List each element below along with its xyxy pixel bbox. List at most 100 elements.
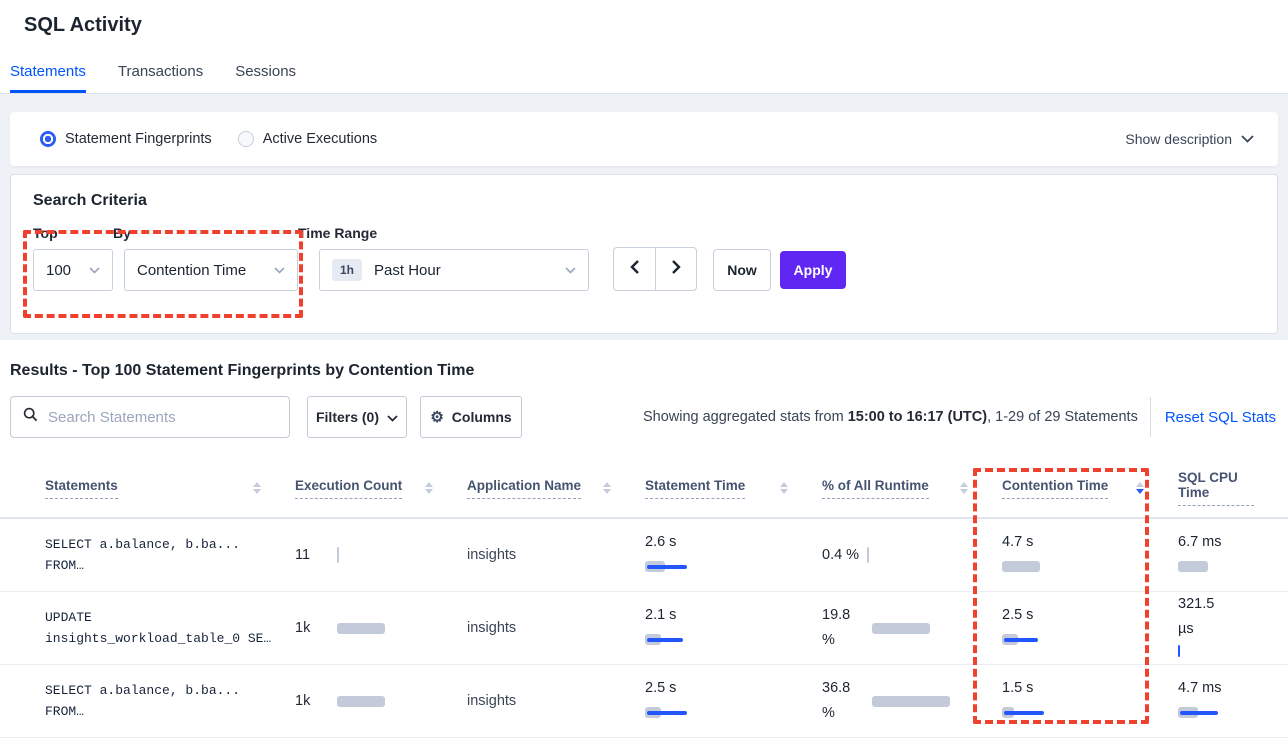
column-header-sql-cpu-time[interactable]: SQL CPU Time [1178, 470, 1288, 506]
prev-time-button[interactable] [613, 247, 655, 291]
top-select[interactable]: 100 [33, 249, 113, 291]
top-select-value: 100 [46, 262, 71, 279]
radio-statement-fingerprints[interactable]: Statement Fingerprints [40, 131, 212, 147]
chevron-down-icon [387, 409, 398, 425]
runtime-percent-bar [872, 693, 950, 709]
contention-time-bar [1002, 632, 1018, 648]
tab-bar: Statements Transactions Sessions [0, 63, 1288, 94]
search-statements-input[interactable] [48, 409, 277, 426]
column-header-execution-count[interactable]: Execution Count [295, 478, 467, 499]
search-criteria-title: Search Criteria [33, 192, 1255, 210]
vertical-divider [1150, 397, 1151, 437]
page-header: SQL Activity Statements Transactions Ses… [0, 0, 1288, 94]
tab-transactions[interactable]: Transactions [118, 63, 203, 93]
column-header-application-name[interactable]: Application Name [467, 478, 645, 499]
sql-cpu-time-bar [1178, 643, 1180, 659]
execution-count-value: 11 [295, 547, 337, 563]
contention-time-cell: 1.5 s [1002, 679, 1178, 724]
search-criteria-card: Search Criteria Top 100 By Contention Ti… [10, 174, 1278, 334]
sort-icons [780, 482, 788, 494]
table-row: UPDATE insights_workload_table_0 SE… 1k … [0, 592, 1288, 665]
search-statements-box[interactable] [10, 396, 290, 438]
statements-table: Statements Execution Count Application N… [0, 459, 1288, 738]
show-description-toggle[interactable]: Show description [1125, 131, 1254, 147]
radio-active-executions[interactable]: Active Executions [238, 131, 377, 147]
contention-time-bar [1002, 559, 1040, 575]
time-range-value: Past Hour [374, 262, 441, 279]
tab-sessions[interactable]: Sessions [235, 63, 296, 93]
column-header-contention-time[interactable]: Contention Time [1002, 478, 1178, 499]
statement-link[interactable]: SELECT a.balance, b.ba... FROM… [45, 534, 295, 576]
sort-icons [425, 482, 433, 494]
sql-cpu-time-bar [1178, 705, 1198, 721]
table-row: SELECT a.balance, b.ba... FROM… 1k insig… [0, 665, 1288, 738]
sort-icons [253, 482, 261, 494]
by-field: By Contention Time [113, 225, 298, 291]
radio-label: Statement Fingerprints [65, 131, 212, 147]
gear-icon: ⚙ [430, 408, 443, 426]
contention-time-cell: 4.7 s [1002, 533, 1178, 578]
chevron-down-icon [565, 267, 576, 274]
time-range-field: Time Range 1h Past Hour [298, 225, 589, 291]
search-icon [23, 407, 38, 427]
chevron-right-icon [671, 260, 681, 279]
sql-cpu-time-bar [1178, 559, 1208, 575]
time-range-select[interactable]: 1h Past Hour [319, 249, 589, 291]
results-heading: Results - Top 100 Statement Fingerprints… [10, 362, 1288, 380]
view-toggle-card: Statement Fingerprints Active Executions… [10, 112, 1278, 166]
statement-time-bar [645, 705, 661, 721]
sort-icons [603, 482, 611, 494]
runtime-percent-cell: 19.8 % [822, 603, 1002, 652]
top-field: Top 100 [33, 225, 113, 291]
sql-cpu-time-cell: 321.5 µs [1178, 592, 1288, 664]
execution-count-value: 1k [295, 620, 337, 636]
columns-button[interactable]: ⚙ Columns [420, 396, 522, 438]
reset-sql-stats-link[interactable]: Reset SQL Stats [1165, 409, 1276, 426]
execution-count-value: 1k [295, 693, 337, 709]
execution-count-bar [337, 620, 385, 636]
sort-icons [960, 482, 968, 494]
contention-time-cell: 2.5 s [1002, 606, 1178, 651]
tab-statements[interactable]: Statements [10, 63, 86, 93]
filters-band: Statement Fingerprints Active Executions… [0, 94, 1288, 340]
now-button[interactable]: Now [713, 249, 771, 291]
apply-button[interactable]: Apply [780, 251, 846, 289]
time-range-label: Time Range [298, 225, 589, 241]
table-header-row: Statements Execution Count Application N… [0, 459, 1288, 519]
runtime-percent-cell: 0.4 % [822, 543, 1002, 568]
page-title: SQL Activity [24, 14, 1288, 37]
time-range-badge: 1h [332, 259, 362, 281]
filters-button[interactable]: Filters (0) [307, 396, 407, 438]
application-name: insights [467, 547, 516, 563]
column-header-statements[interactable]: Statements [10, 478, 295, 499]
statement-time-bar [645, 559, 665, 575]
statement-link[interactable]: SELECT a.balance, b.ba... FROM… [45, 680, 295, 722]
by-select[interactable]: Contention Time [124, 249, 298, 291]
showing-stats-text: Showing aggregated stats from 15:00 to 1… [643, 409, 1138, 425]
by-label: By [113, 225, 298, 241]
top-label: Top [33, 225, 113, 241]
sql-cpu-time-cell: 4.7 ms [1178, 679, 1288, 724]
runtime-percent-bar [872, 620, 930, 636]
table-row: SELECT a.balance, b.ba... FROM… 11 insig… [0, 519, 1288, 592]
application-name: insights [467, 620, 516, 636]
by-select-value: Contention Time [137, 262, 246, 279]
filters-button-label: Filters (0) [316, 409, 379, 425]
sql-cpu-time-cell: 6.7 ms [1178, 533, 1288, 578]
next-time-button[interactable] [655, 247, 697, 291]
execution-count-bar [337, 693, 385, 709]
chevron-down-icon [89, 267, 100, 274]
column-header-runtime-percent[interactable]: % of All Runtime [822, 478, 1002, 499]
radio-label: Active Executions [263, 131, 377, 147]
column-header-statement-time[interactable]: Statement Time [645, 478, 822, 499]
runtime-percent-bar [867, 547, 869, 563]
runtime-percent-cell: 36.8 % [822, 676, 1002, 725]
statement-time-bar [645, 632, 661, 648]
chevron-down-icon [274, 267, 285, 274]
statement-link[interactable]: UPDATE insights_workload_table_0 SE… [45, 607, 295, 649]
execution-count-bar [337, 547, 339, 563]
radio-selected-icon [40, 131, 56, 147]
radio-unselected-icon [238, 131, 254, 147]
results-toolbar: Filters (0) ⚙ Columns Showing aggregated… [10, 396, 1278, 438]
application-name: insights [467, 693, 516, 709]
